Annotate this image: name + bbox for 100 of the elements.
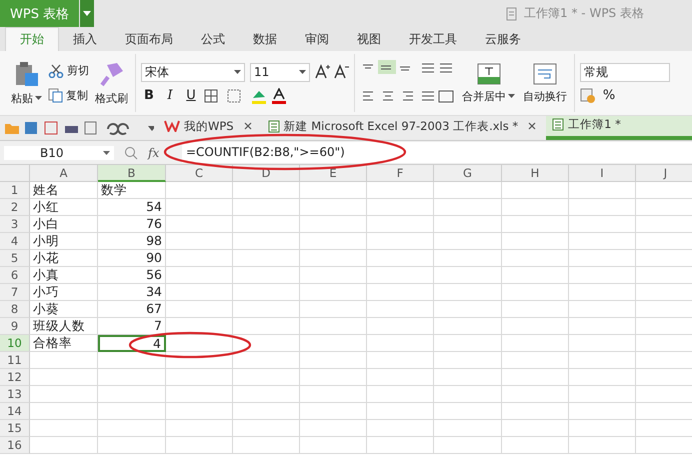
table-cell [233, 267, 300, 284]
column-header[interactable]: I [569, 165, 636, 182]
table-cell [367, 250, 434, 267]
table-cell [300, 403, 367, 420]
column-header[interactable]: C [166, 165, 233, 182]
table-cell: 54 [98, 199, 166, 216]
ribbon-tab[interactable]: 公式 [187, 27, 239, 51]
table-cell [367, 318, 434, 335]
table-cell [434, 284, 502, 301]
table-cell [166, 199, 233, 216]
table-cell [367, 199, 434, 216]
row-header[interactable]: 3 [0, 216, 30, 233]
table-cell [569, 420, 636, 437]
ribbon-tab[interactable]: 审阅 [291, 27, 343, 51]
table-cell [502, 267, 569, 284]
table-cell [300, 250, 367, 267]
table-cell [434, 182, 502, 199]
row-header[interactable]: 7 [0, 284, 30, 301]
format-painter-button[interactable]: 格式刷 [93, 58, 130, 108]
row-header[interactable]: 6 [0, 267, 30, 284]
table-cell [233, 318, 300, 335]
table-cell [233, 233, 300, 250]
table-cell [367, 335, 434, 352]
table-cell: 小花 [30, 250, 98, 267]
ribbon-tab[interactable]: 开始 [5, 27, 59, 51]
name-box[interactable]: B10 [4, 146, 114, 160]
table-cell [300, 233, 367, 250]
font-name-dropdown[interactable]: 宋体 [141, 62, 245, 82]
table-cell [434, 267, 502, 284]
merge-center-button[interactable]: 合并居中 [460, 60, 517, 106]
table-cell [569, 352, 636, 369]
formula-field[interactable]: =COUNTIF(B2:B8,">=60") [182, 142, 692, 163]
table-cell [434, 233, 502, 250]
column-header[interactable]: H [502, 165, 569, 182]
row-header[interactable]: 13 [0, 386, 30, 403]
italic-button[interactable]: I [162, 88, 178, 103]
paste-button[interactable]: 粘贴 [9, 58, 44, 108]
dropdown-button[interactable] [80, 0, 94, 27]
font-size-dropdown[interactable]: 11 [250, 62, 310, 82]
table-cell [367, 267, 434, 284]
row-header[interactable]: 2 [0, 199, 30, 216]
caret-icon [103, 150, 110, 154]
row-header[interactable]: 10 [0, 335, 30, 352]
row-header[interactable]: 16 [0, 437, 30, 454]
ribbon-tab[interactable]: 插入 [59, 27, 111, 51]
document-tab[interactable]: 工作簿1 * [546, 116, 692, 140]
column-header[interactable]: A [30, 165, 98, 182]
copy-button[interactable]: 复制 [48, 88, 89, 103]
insert-function-button[interactable]: fx [148, 146, 172, 160]
table-cell: 4 [98, 335, 166, 352]
ribbon-tab[interactable]: 云服务 [471, 27, 535, 51]
row-header[interactable]: 9 [0, 318, 30, 335]
table-cell [434, 420, 502, 437]
document-tab[interactable]: 新建 Microsoft Excel 97-2003 工作表.xls * [262, 117, 542, 135]
ribbon-tab[interactable]: 数据 [239, 27, 291, 51]
scissors-icon [48, 64, 64, 78]
table-cell [233, 386, 300, 403]
bold-button[interactable]: B [141, 88, 157, 103]
table-cell [98, 420, 166, 437]
column-header[interactable]: J [636, 165, 692, 182]
table-cell [502, 233, 569, 250]
number-format-dropdown[interactable]: 常规 [580, 62, 670, 82]
underline-button[interactable]: U [183, 88, 199, 103]
column-header[interactable]: F [367, 165, 434, 182]
ribbon-tab[interactable]: 视图 [343, 27, 395, 51]
document-tab[interactable]: 我的WPS [158, 117, 258, 135]
table-cell [233, 182, 300, 199]
close-icon[interactable] [244, 122, 252, 130]
row-header[interactable]: 15 [0, 420, 30, 437]
table-cell [300, 369, 367, 386]
caret-icon [508, 94, 515, 98]
row-header[interactable]: 4 [0, 233, 30, 250]
row-header[interactable]: 11 [0, 352, 30, 369]
window-title: 工作簿1 * - WPS 表格 [524, 5, 644, 22]
table-cell: 合格率 [30, 335, 98, 352]
ribbon-tab[interactable]: 开发工具 [395, 27, 471, 51]
column-header[interactable]: B [98, 165, 166, 182]
app-menu-button[interactable]: WPS 表格 [0, 0, 80, 27]
caret-icon [35, 96, 42, 100]
row-header[interactable]: 14 [0, 403, 30, 420]
table-cell [434, 352, 502, 369]
table-cell: 34 [98, 284, 166, 301]
table-cell [434, 318, 502, 335]
row-header[interactable]: 8 [0, 301, 30, 318]
close-icon[interactable] [528, 122, 536, 130]
wrap-text-button[interactable]: 自动换行 [521, 60, 569, 106]
merge-cells-icon [476, 62, 500, 84]
table-cell [300, 301, 367, 318]
row-header[interactable]: 1 [0, 182, 30, 199]
row-header[interactable]: 12 [0, 369, 30, 386]
column-header[interactable]: G [434, 165, 502, 182]
ribbon-tab[interactable]: 页面布局 [111, 27, 187, 51]
table-cell [233, 216, 300, 233]
percent-button[interactable]: % [601, 88, 617, 103]
table-cell [569, 403, 636, 420]
table-cell [166, 250, 233, 267]
table-cell [569, 335, 636, 352]
table-cell [502, 420, 569, 437]
cut-button[interactable]: 剪切 [48, 63, 89, 78]
row-header[interactable]: 5 [0, 250, 30, 267]
